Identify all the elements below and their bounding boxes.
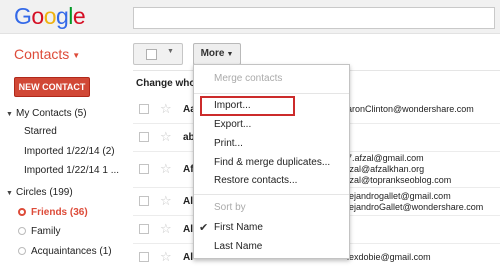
contact-emails: lejandrogallet@gmail.com lejandroGallet@… <box>347 191 483 213</box>
more-dropdown-menu: Merge contacts Import... Export... Print… <box>193 64 350 259</box>
caret-down-icon: ▼ <box>72 50 81 60</box>
row-checkbox[interactable] <box>139 252 149 262</box>
menu-item-import[interactable]: Import... <box>200 96 295 116</box>
star-icon[interactable]: ☆ <box>160 221 172 237</box>
contact-email: lejandrogallet@gmail.com <box>347 191 451 201</box>
sidebar-item-starred[interactable]: Starred <box>24 123 57 141</box>
sidebar-item-label: Friends (36) <box>31 207 88 218</box>
menu-divider <box>194 194 349 195</box>
checkmark-icon: ✔ <box>199 222 209 234</box>
menu-item-restore-contacts[interactable]: Restore contacts... <box>194 172 349 190</box>
row-checkbox[interactable] <box>139 196 149 206</box>
contacts-title: Contacts <box>14 46 70 62</box>
menu-item-find-merge-duplicates[interactable]: Find & merge duplicates... <box>194 154 349 172</box>
sidebar-item-acquaintances[interactable]: Acquaintances (1) <box>18 243 112 261</box>
caret-down-icon: ▼ <box>226 51 234 58</box>
sidebar-item-friends[interactable]: Friends (36) <box>18 204 88 222</box>
contact-emails: lexdobie@gmail.com <box>347 252 431 263</box>
row-checkbox[interactable] <box>139 132 149 142</box>
contact-email: 7.afzal@gmail.com <box>347 153 424 163</box>
sidebar-item-imported-2[interactable]: Imported 1/22/14 1 ... <box>24 162 119 180</box>
contact-emails: aronClinton@wondershare.com <box>347 104 474 115</box>
menu-item-label: First Name <box>214 222 263 233</box>
sidebar-circles-label: Circles (199) <box>16 187 73 198</box>
logo-letter: G <box>14 3 32 29</box>
circle-icon <box>18 208 26 216</box>
sidebar-my-contacts-label: My Contacts (5) <box>16 108 87 119</box>
sidebar-item-family[interactable]: Family <box>18 223 60 241</box>
circle-icon <box>18 247 26 255</box>
expand-triangle-icon[interactable]: ▼ <box>6 185 16 203</box>
star-icon[interactable]: ☆ <box>160 249 172 265</box>
sidebar-item-label: Family <box>31 226 61 237</box>
row-checkbox[interactable] <box>139 224 149 234</box>
sidebar-item-imported-1[interactable]: Imported 1/22/14 (2) <box>24 143 115 161</box>
expand-triangle-icon[interactable]: ▼ <box>6 106 16 124</box>
contacts-menu[interactable]: Contacts ▼ <box>14 46 80 62</box>
circle-icon <box>18 227 26 235</box>
top-bar: Google <box>0 0 500 34</box>
menu-item-export[interactable]: Export... <box>194 116 349 134</box>
contact-email: fzal@afzalkhan.org <box>347 164 425 174</box>
contact-email: fzal@toprankseoblog.com <box>347 175 452 185</box>
menu-item-print[interactable]: Print... <box>194 135 349 153</box>
logo-letter: e <box>72 3 86 29</box>
contact-name[interactable]: Al <box>183 196 193 207</box>
menu-divider <box>194 93 349 94</box>
caret-down-icon: ▼ <box>167 48 174 55</box>
contact-email: lexdobie@gmail.com <box>347 252 431 262</box>
star-icon[interactable]: ☆ <box>160 193 172 209</box>
logo-letter: o <box>43 3 57 29</box>
row-checkbox[interactable] <box>139 104 149 114</box>
contact-email: lejandroGallet@wondershare.com <box>347 202 484 212</box>
more-button[interactable]: More ▼ <box>193 43 241 65</box>
google-logo[interactable]: Google <box>14 3 86 30</box>
menu-item-sort-last-name[interactable]: Last Name <box>194 238 349 256</box>
contact-name[interactable]: Al <box>183 252 193 263</box>
star-icon[interactable]: ☆ <box>160 161 172 177</box>
select-all-checkbox[interactable] <box>146 49 157 60</box>
contact-emails: 7.afzal@gmail.com fzal@afzalkhan.org fza… <box>347 153 451 186</box>
row-checkbox[interactable] <box>139 164 149 174</box>
select-all-dropdown[interactable]: ▼ <box>133 43 183 65</box>
menu-item-merge-contacts: Merge contacts <box>214 73 283 84</box>
contact-name[interactable]: Al <box>183 224 193 235</box>
menu-item-sort-first-name[interactable]: ✔ First Name <box>194 219 349 237</box>
new-contact-button[interactable]: NEW CONTACT <box>14 77 90 97</box>
star-icon[interactable]: ☆ <box>160 101 172 117</box>
search-input[interactable] <box>133 7 495 29</box>
star-icon[interactable]: ☆ <box>160 129 172 145</box>
contact-email: aronClinton@wondershare.com <box>347 104 474 114</box>
logo-letter: o <box>31 3 44 29</box>
logo-letter: g <box>55 3 69 29</box>
more-button-label: More <box>200 48 225 59</box>
sidebar-my-contacts[interactable]: ▼ My Contacts (5) <box>0 105 87 123</box>
sidebar-item-label: Acquaintances (1) <box>31 246 112 257</box>
menu-sort-by-label: Sort by <box>214 202 246 213</box>
contact-name[interactable]: Af <box>183 164 194 175</box>
sidebar-circles[interactable]: ▼ Circles (199) <box>0 184 73 202</box>
